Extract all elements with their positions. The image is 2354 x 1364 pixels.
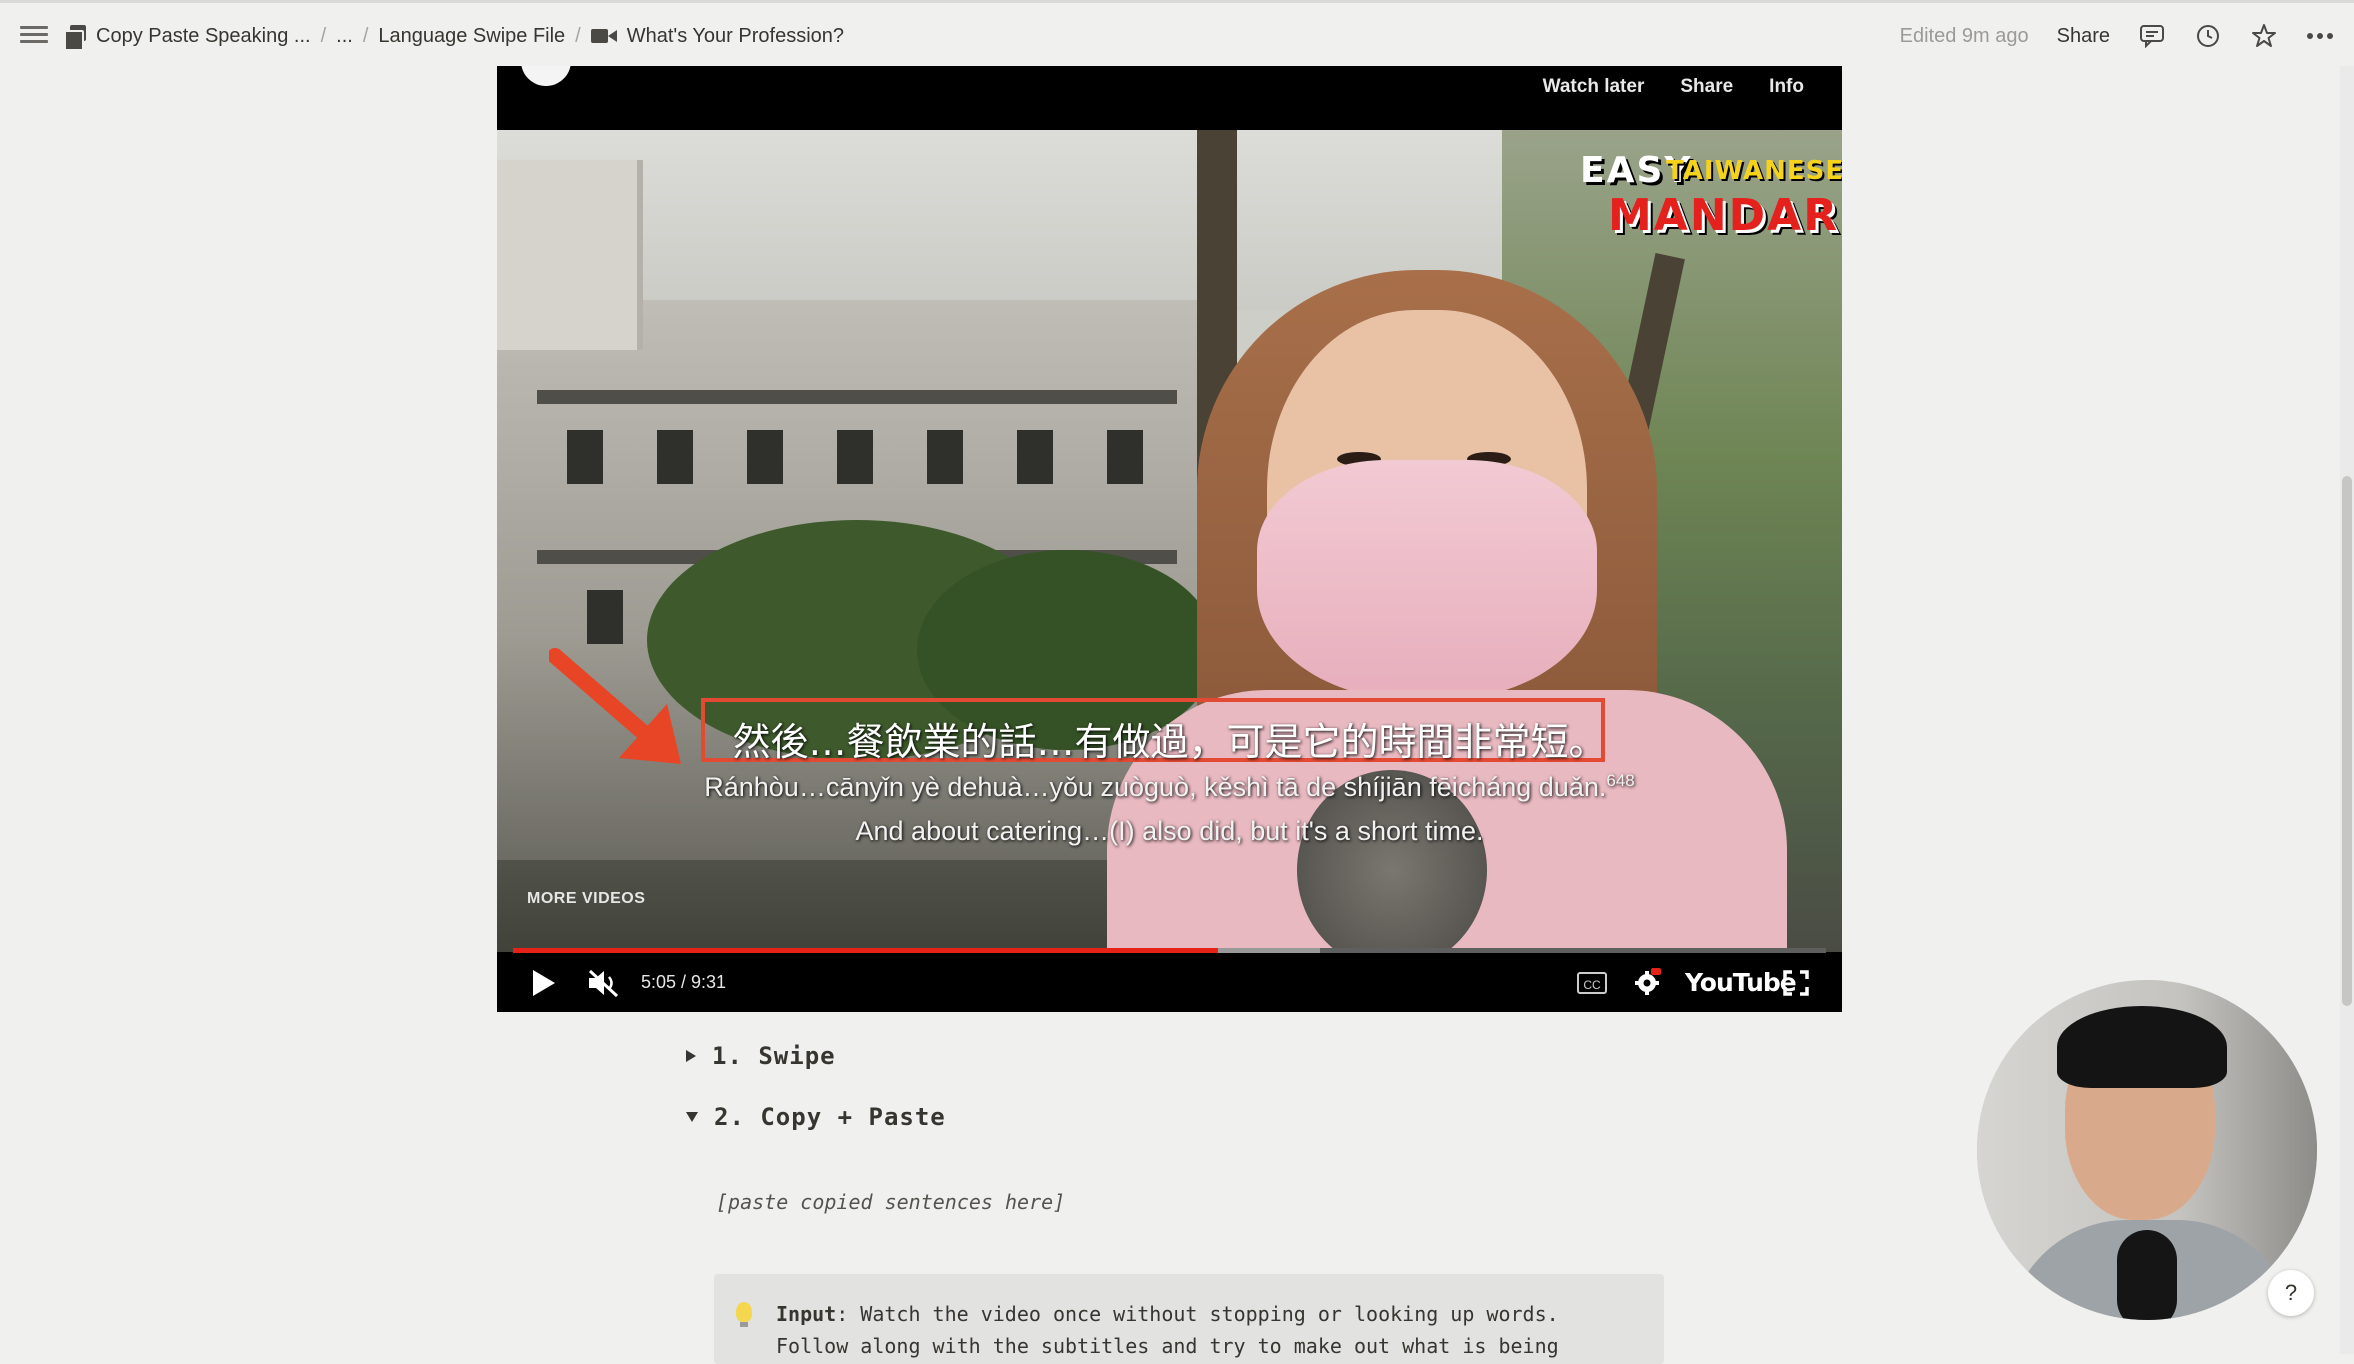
video-progress-bar[interactable] — [513, 948, 1826, 953]
page-stack-icon — [64, 25, 86, 51]
more-videos-button[interactable]: MORE VIDEOS — [527, 890, 645, 908]
callout-title: Input — [776, 1302, 837, 1326]
scrollbar-thumb[interactable] — [2342, 476, 2352, 1006]
video-share-link[interactable]: Share — [1680, 76, 1733, 98]
collapsed-triangle-icon[interactable] — [686, 1050, 696, 1062]
subtitle-pinyin: Ránhòu…cānyǐn yè dehuà…yǒu zuòguò, kěshì… — [704, 771, 1635, 802]
breadcrumb-item-language-swipe-file[interactable]: Language Swipe File — [378, 25, 565, 48]
comment-icon[interactable] — [2138, 22, 2166, 50]
fullscreen-icon[interactable] — [1783, 970, 1809, 996]
callout-line-2: Follow along with the subtitles and try … — [776, 1334, 1559, 1358]
webcam-overlay — [1977, 980, 2317, 1320]
youtube-logo[interactable]: YouTube — [1685, 968, 1797, 997]
played-bar — [513, 948, 1219, 953]
video-info-link[interactable]: Info — [1769, 76, 1804, 98]
breadcrumb-separator: / — [320, 24, 327, 47]
lightbulb-icon — [736, 1302, 752, 1327]
star-icon[interactable] — [2250, 22, 2278, 50]
page-scrollbar[interactable] — [2340, 66, 2354, 1354]
breadcrumb: Copy Paste Speaking ... / ... / Language… — [64, 3, 844, 69]
face-mask — [1257, 460, 1597, 700]
play-icon[interactable] — [533, 970, 555, 996]
subtitle-counter: 648 — [1606, 771, 1635, 790]
video-top-bar: Watch later Share Info — [497, 66, 1842, 130]
toggle-label: 2. Copy + Paste — [714, 1103, 946, 1131]
top-bar: Copy Paste Speaking ... / ... / Language… — [0, 0, 2354, 66]
history-icon[interactable] — [2194, 22, 2222, 50]
channel-avatar[interactable] — [521, 66, 571, 86]
video-camera-icon — [590, 27, 617, 45]
callout-line-1: : Watch the video once without stopping … — [836, 1302, 1559, 1326]
video-time: 5:05 / 9:31 — [641, 972, 727, 992]
subtitle-chinese: 然後…餐飲業的話…有做過，可是它的時間非常短。 — [732, 720, 1607, 764]
edited-timestamp: Edited 9m ago — [1899, 24, 2029, 47]
sidebar-menu-icon[interactable] — [20, 22, 48, 46]
help-button[interactable]: ? — [2268, 1270, 2314, 1316]
video-player[interactable]: Watch later Share Info EASY TAIWANESE MA… — [497, 66, 1842, 1012]
paste-placeholder-text[interactable]: [paste copied sentences here] — [716, 1190, 1065, 1214]
mute-icon[interactable] — [587, 968, 621, 998]
breadcrumb-separator: / — [575, 24, 581, 47]
expanded-triangle-icon[interactable] — [686, 1112, 698, 1122]
settings-gear-icon[interactable] — [1633, 968, 1661, 996]
breadcrumb-item-current-page[interactable]: What's Your Profession? — [627, 25, 844, 48]
easy-taiwanese-mandarin-logo: EASY TAIWANESE MANDARIN — [1580, 150, 1842, 241]
breadcrumb-separator: / — [362, 24, 369, 47]
captions-button[interactable]: CC — [1577, 972, 1607, 994]
watch-later-link[interactable]: Watch later — [1543, 76, 1645, 98]
toggle-label: 1. Swipe — [712, 1042, 836, 1070]
presenter-microphone — [2117, 1230, 2177, 1320]
breadcrumb-item-ellipsis[interactable]: ... — [336, 25, 353, 48]
toggle-swipe[interactable]: 1. Swipe — [686, 1042, 836, 1070]
toggle-copy-paste[interactable]: 2. Copy + Paste — [686, 1103, 946, 1131]
share-button[interactable]: Share — [2057, 25, 2110, 48]
more-icon[interactable] — [2306, 22, 2334, 50]
input-callout: Input: Watch the video once without stop… — [714, 1274, 1664, 1364]
breadcrumb-item-copy-paste-speaking[interactable]: Copy Paste Speaking ... — [96, 25, 311, 48]
subtitle-english: And about catering…(I) also did, but it'… — [855, 816, 1484, 846]
